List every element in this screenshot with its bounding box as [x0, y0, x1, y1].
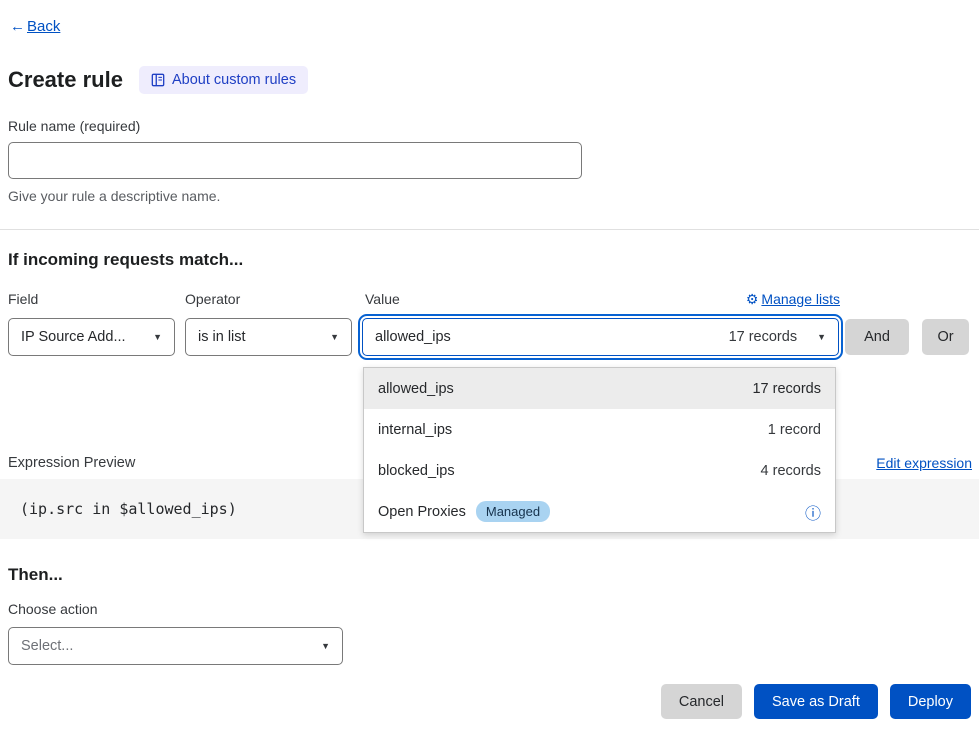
rule-name-label: Rule name (required): [8, 118, 140, 134]
manage-lists-row: ⚙Manage lists: [730, 291, 840, 308]
book-icon: [151, 73, 165, 87]
field-select-value: IP Source Add...: [21, 329, 126, 345]
operator-label: Operator: [185, 291, 240, 307]
manage-lists-label: Manage lists: [761, 291, 840, 307]
list-option-name: Open Proxies: [378, 504, 466, 520]
expression-preview-label: Expression Preview: [8, 455, 135, 471]
list-dropdown-menu: allowed_ips 17 records internal_ips 1 re…: [363, 367, 836, 533]
action-select-placeholder: Select...: [21, 638, 73, 654]
action-select[interactable]: Select... ▼: [8, 627, 343, 665]
or-button[interactable]: Or: [922, 319, 969, 355]
choose-action-label: Choose action: [8, 601, 98, 617]
title-row: Create rule About custom rules: [8, 66, 308, 94]
field-label: Field: [8, 291, 38, 307]
field-select[interactable]: IP Source Add... ▼: [8, 318, 175, 356]
back-link[interactable]: ←Back: [10, 18, 60, 35]
value-select-value: allowed_ips: [375, 329, 451, 345]
value-select[interactable]: allowed_ips 17 records ▼: [362, 318, 839, 356]
list-option-allowed-ips[interactable]: allowed_ips 17 records: [364, 368, 835, 409]
chevron-down-icon: ▼: [330, 332, 339, 342]
rule-name-input[interactable]: [8, 142, 582, 179]
gear-icon: ⚙: [746, 291, 759, 308]
back-link-label: Back: [27, 18, 60, 35]
list-option-blocked-ips[interactable]: blocked_ips 4 records: [364, 450, 835, 491]
list-option-detail: 17 records: [752, 381, 821, 397]
rule-name-helper: Give your rule a descriptive name.: [8, 188, 220, 204]
managed-badge: Managed: [476, 501, 550, 522]
manage-lists-link[interactable]: ⚙Manage lists: [746, 291, 840, 307]
save-as-draft-button[interactable]: Save as Draft: [754, 684, 878, 719]
chevron-down-icon: ▼: [153, 332, 162, 342]
deploy-button[interactable]: Deploy: [890, 684, 971, 719]
page-title: Create rule: [8, 67, 123, 93]
back-link-row: ←Back: [10, 18, 60, 35]
list-option-detail: 4 records: [761, 463, 821, 479]
list-option-name: allowed_ips: [378, 381, 454, 397]
chevron-down-icon: ▼: [321, 641, 330, 651]
about-custom-rules-link[interactable]: About custom rules: [139, 66, 308, 94]
info-icon[interactable]: ⓘ: [805, 500, 821, 524]
edit-expression-link[interactable]: Edit expression: [876, 455, 972, 471]
and-button[interactable]: And: [845, 319, 909, 355]
list-option-internal-ips[interactable]: internal_ips 1 record: [364, 409, 835, 450]
list-option-open-proxies[interactable]: Open Proxies Managed ⓘ: [364, 491, 835, 532]
expression-code: (ip.src in $allowed_ips): [20, 500, 237, 518]
back-arrow-icon: ←: [10, 18, 25, 35]
list-option-name: internal_ips: [378, 422, 452, 438]
operator-select[interactable]: is in list ▼: [185, 318, 352, 356]
list-option-detail: 1 record: [768, 422, 821, 438]
list-option-name: blocked_ips: [378, 463, 455, 479]
section-divider: [0, 229, 979, 230]
about-custom-rules-label: About custom rules: [172, 72, 296, 88]
value-label: Value: [365, 291, 400, 307]
cancel-button[interactable]: Cancel: [661, 684, 742, 719]
match-section-heading: If incoming requests match...: [8, 250, 243, 270]
value-select-records: 17 records: [729, 329, 798, 345]
operator-select-value: is in list: [198, 329, 246, 345]
chevron-down-icon: ▼: [817, 332, 826, 342]
create-rule-page: ←Back Create rule About custom rules Rul…: [0, 0, 979, 739]
then-section-heading: Then...: [8, 565, 63, 585]
footer-actions: Cancel Save as Draft Deploy: [661, 684, 971, 719]
